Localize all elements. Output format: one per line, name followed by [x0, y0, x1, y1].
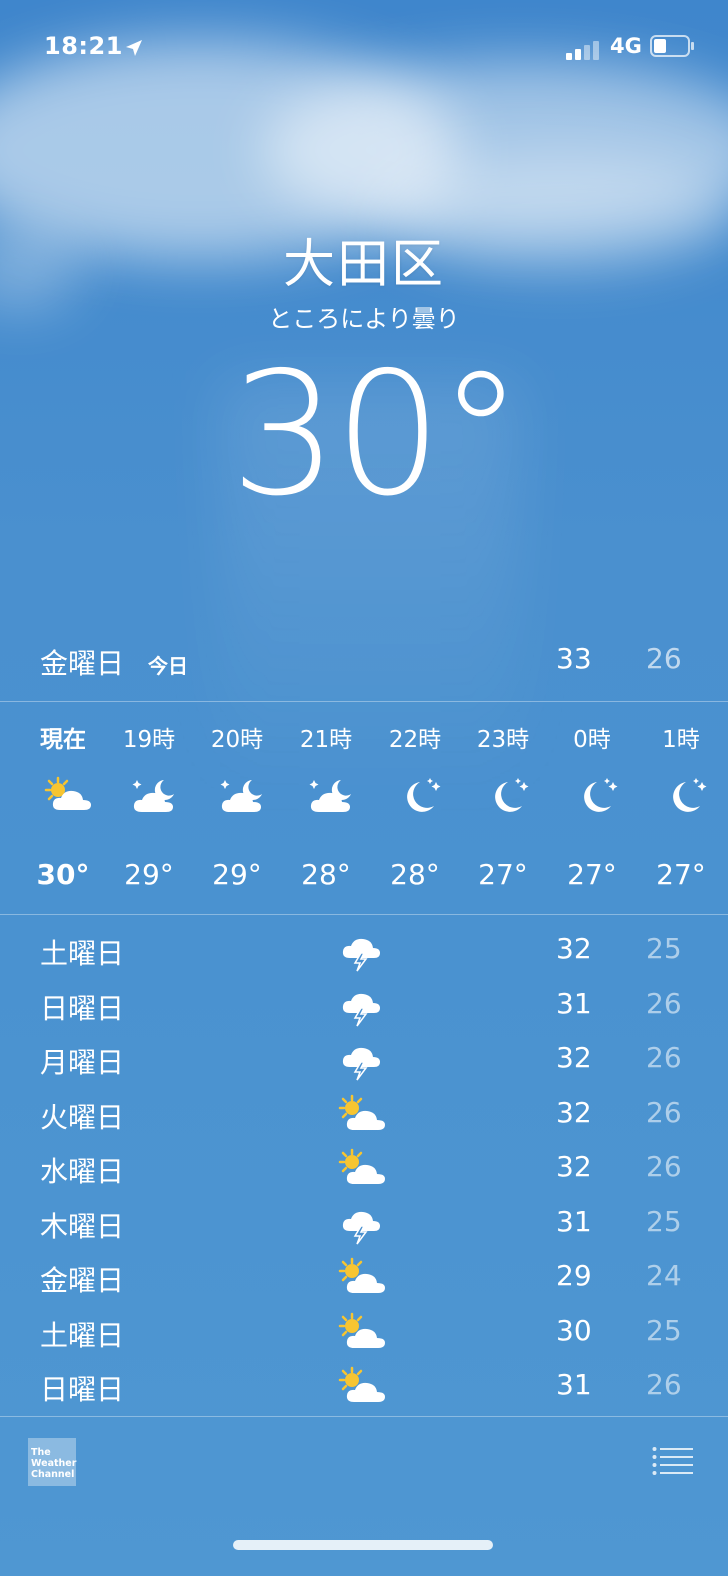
signal-icon	[566, 38, 600, 66]
divider	[0, 914, 728, 915]
daily-row: 土曜日 32 25	[0, 924, 728, 979]
hour-label: 19時	[122, 727, 176, 753]
daily-low: 26	[646, 1041, 682, 1074]
location-arrow-icon	[124, 36, 144, 64]
battery-icon	[650, 34, 696, 64]
daily-high: 29	[556, 1259, 592, 1292]
condition-text: ところにより曇り	[268, 305, 460, 333]
daily-row: 日曜日 31 26	[0, 1360, 728, 1415]
daily-high: 31	[556, 1368, 592, 1401]
daily-row: 月曜日 32 26	[0, 1033, 728, 1088]
daily-day: 水曜日	[40, 1155, 125, 1188]
current-temperature: 30°	[230, 336, 523, 534]
daily-high: 31	[556, 1204, 592, 1238]
daily-row: 日曜日 31 26	[0, 979, 728, 1034]
hourly-forecast[interactable]: 現在 30° 19時 29° 20時 29° 21時 28° 22時 28° 2…	[0, 704, 728, 914]
daily-day: 木曜日	[40, 1209, 125, 1243]
moon-stars-icon	[660, 776, 708, 816]
moon-stars-icon	[571, 776, 619, 816]
hour-temp: 27°	[478, 858, 528, 891]
moon-stars-icon	[394, 776, 442, 816]
home-indicator[interactable]	[233, 1540, 493, 1550]
daily-high: 30	[556, 1313, 592, 1347]
location-header: 大田区 ところにより曇り	[0, 222, 728, 334]
daily-high: 31	[556, 986, 592, 1020]
partly-sunny-icon	[336, 1312, 388, 1354]
hour-label: 23時	[476, 727, 530, 753]
partly-sunny-icon	[42, 776, 91, 816]
partly-cloudy-night-icon	[305, 776, 353, 816]
moon-stars-icon	[482, 776, 530, 816]
thunderstorm-icon	[336, 1203, 388, 1245]
daily-low: 26	[646, 986, 682, 1020]
daily-low: 25	[646, 1313, 682, 1347]
today-low: 26	[646, 642, 682, 675]
daily-day: 火曜日	[40, 1100, 125, 1134]
daily-low: 26	[646, 1368, 682, 1401]
daily-row: 火曜日 32 26	[0, 1088, 728, 1143]
hour-label: 1時	[662, 727, 700, 753]
daily-day: 月曜日	[40, 1046, 125, 1079]
partly-cloudy-night-icon	[216, 776, 264, 816]
weather-channel-logo[interactable]: The Weather Channel	[28, 1438, 76, 1486]
hour-label: 21時	[299, 727, 353, 753]
daily-row: 土曜日 30 25	[0, 1306, 728, 1361]
hour-temp: 30°	[36, 858, 90, 891]
today-summary: 金曜日 今日 33 26	[0, 640, 728, 686]
daily-high: 32	[556, 932, 592, 965]
daily-day: 日曜日	[40, 1373, 125, 1406]
daily-day: 金曜日	[40, 1264, 125, 1297]
today-high: 33	[556, 642, 592, 675]
daily-low: 26	[646, 1150, 682, 1183]
divider	[0, 1416, 728, 1417]
hour-temp: 28°	[301, 858, 351, 891]
divider	[0, 701, 728, 702]
partly-sunny-icon	[336, 1366, 388, 1408]
partly-cloudy-night-icon	[128, 776, 176, 816]
partly-sunny-icon	[336, 1257, 388, 1299]
hour-label: 22時	[388, 727, 442, 753]
thunderstorm-icon	[336, 985, 388, 1027]
daily-high: 32	[556, 1095, 592, 1129]
daily-low: 26	[646, 1095, 682, 1129]
daily-day: 土曜日	[40, 937, 125, 970]
footer-bar: The Weather Channel	[0, 1418, 728, 1576]
status-bar: 18:21 4G	[0, 28, 728, 64]
daily-day: 土曜日	[40, 1318, 125, 1352]
daily-row: 木曜日 31 25	[0, 1197, 728, 1252]
hour-temp: 29°	[212, 858, 262, 891]
city-name: 大田区	[282, 235, 445, 295]
daily-row: 金曜日 29 24	[0, 1251, 728, 1306]
daily-row: 水曜日 32 26	[0, 1142, 728, 1197]
daily-low: 24	[646, 1259, 682, 1292]
daily-day: 日曜日	[40, 991, 125, 1025]
daily-low: 25	[646, 1204, 682, 1238]
partly-sunny-icon	[336, 1148, 388, 1190]
hour-label: 現在	[40, 727, 86, 753]
daily-high: 32	[556, 1150, 592, 1183]
daily-high: 32	[556, 1041, 592, 1074]
thunderstorm-icon	[336, 1039, 388, 1081]
hour-label: 20時	[210, 727, 264, 753]
today-tag: 今日	[148, 654, 188, 678]
hour-temp: 28°	[390, 858, 440, 891]
today-day: 金曜日	[40, 647, 125, 680]
hour-label: 0時	[573, 727, 611, 753]
thunderstorm-icon	[336, 930, 388, 972]
network-type: 4G	[610, 34, 642, 58]
daily-low: 25	[646, 932, 682, 965]
hour-temp: 29°	[124, 858, 174, 891]
hour-temp: 27°	[656, 858, 706, 891]
partly-sunny-icon	[336, 1094, 388, 1136]
hour-temp: 27°	[567, 858, 617, 891]
list-icon[interactable]	[652, 1446, 694, 1480]
status-time: 18:21	[44, 32, 123, 60]
daily-forecast: 土曜日 32 25 日曜日 31 26 月曜日 32 26 火曜日 32 26 …	[0, 924, 728, 1415]
